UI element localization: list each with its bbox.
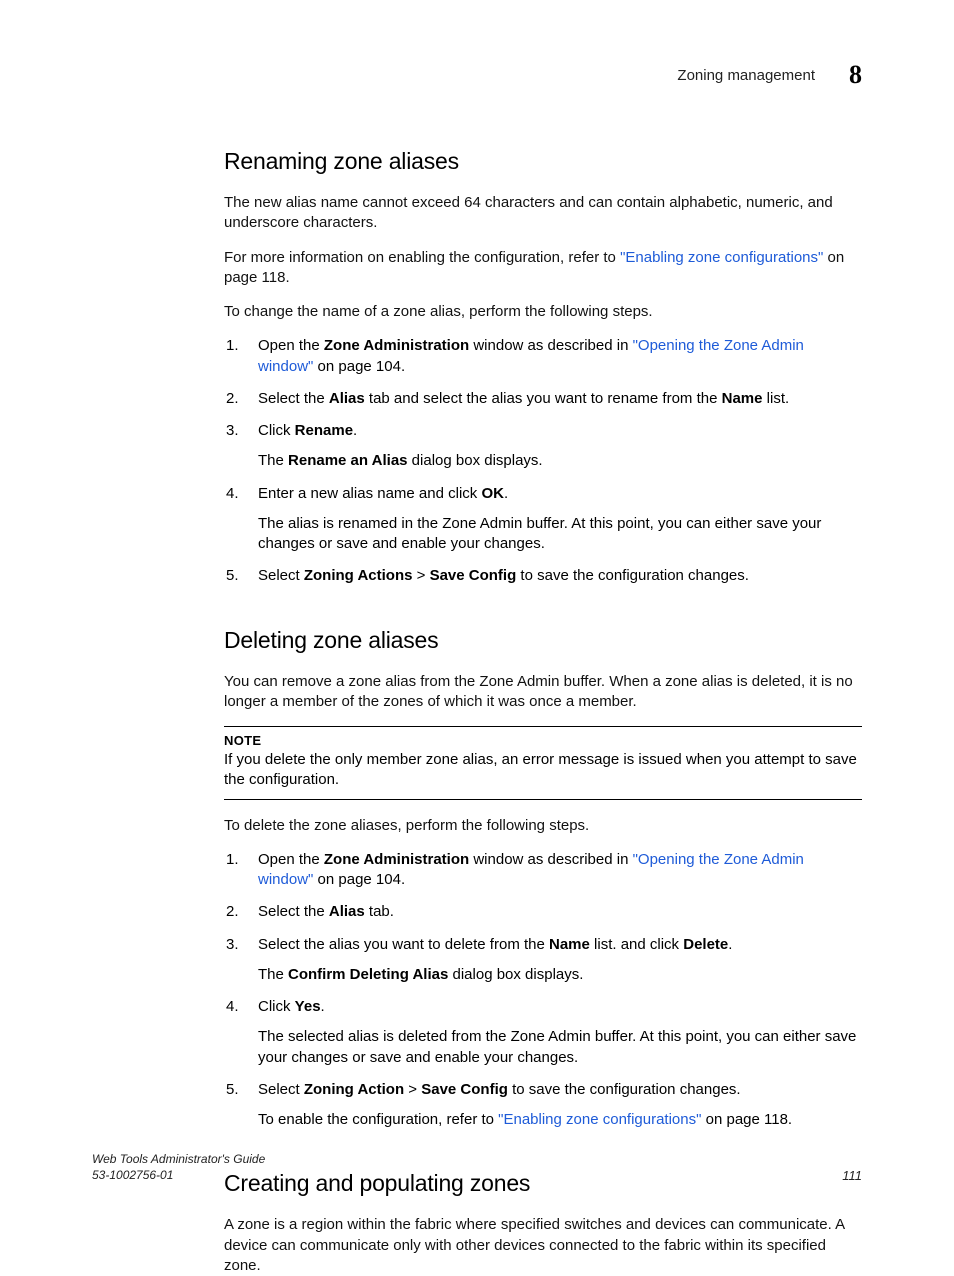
text: .: [321, 998, 325, 1015]
text: >: [412, 567, 429, 584]
text: Enter a new alias name and click: [258, 485, 481, 502]
text: Select the: [258, 903, 329, 920]
step: Open the Zone Administration window as d…: [224, 850, 862, 903]
ui-label: Alias: [329, 390, 365, 407]
section-renaming: Renaming zone aliases The new alias name…: [224, 148, 862, 599]
paragraph: To change the name of a zone alias, perf…: [224, 302, 862, 322]
running-head-text: Zoning management: [677, 67, 815, 84]
text: on page 118.: [701, 1111, 792, 1128]
link-enabling-zone-configurations[interactable]: "Enabling zone configurations": [620, 249, 823, 266]
ui-label: Zoning Actions: [304, 567, 413, 584]
ui-label: Zone Administration: [324, 851, 469, 868]
step: Select Zoning Action > Save Config to sa…: [224, 1080, 862, 1143]
steps-renaming: Open the Zone Administration window as d…: [224, 336, 862, 598]
text: For more information on enabling the con…: [224, 249, 620, 266]
heading-renaming: Renaming zone aliases: [224, 148, 862, 175]
link-enabling-zone-configurations[interactable]: "Enabling zone configurations": [498, 1111, 701, 1128]
footer-doc-title: Web Tools Administrator's Guide: [92, 1152, 265, 1166]
note-box: NOTE If you delete the only member zone …: [224, 726, 862, 800]
text: list. and click: [590, 936, 683, 953]
ui-label: Alias: [329, 903, 365, 920]
paragraph: For more information on enabling the con…: [224, 248, 862, 289]
page-footer: Web Tools Administrator's Guide 53-10027…: [92, 1151, 862, 1183]
text: Click: [258, 422, 295, 439]
text: Select the alias you want to delete from…: [258, 936, 549, 953]
text: The: [258, 966, 288, 983]
step: Click Yes. The selected alias is deleted…: [224, 997, 862, 1080]
ui-label: Confirm Deleting Alias: [288, 966, 448, 983]
ui-label: Zone Administration: [324, 337, 469, 354]
note-body: If you delete the only member zone alias…: [224, 751, 857, 788]
ui-label: Rename: [295, 422, 353, 439]
section-creating: Creating and populating zones A zone is …: [224, 1170, 862, 1276]
text: on page 104.: [313, 358, 405, 375]
text: on page 104.: [313, 871, 405, 888]
note-label: NOTE: [224, 733, 862, 748]
text: Open the: [258, 851, 324, 868]
text: >: [404, 1081, 421, 1098]
text: .: [728, 936, 732, 953]
text: window as described in: [469, 851, 632, 868]
step: Select the Alias tab and select the alia…: [224, 389, 862, 421]
text: Select the: [258, 390, 329, 407]
step: Open the Zone Administration window as d…: [224, 336, 862, 389]
steps-deleting: Open the Zone Administration window as d…: [224, 850, 862, 1143]
page-number: 111: [842, 1168, 862, 1183]
paragraph: The new alias name cannot exceed 64 char…: [224, 193, 862, 234]
ui-label: Name: [549, 936, 590, 953]
text: tab.: [365, 903, 394, 920]
running-head: Zoning management 8: [224, 60, 862, 90]
paragraph: A zone is a region within the fabric whe…: [224, 1215, 862, 1276]
text: Open the: [258, 337, 324, 354]
ui-label: Save Config: [421, 1081, 508, 1098]
text: The: [258, 452, 288, 469]
text: Click: [258, 998, 295, 1015]
step-sub: The selected alias is deleted from the Z…: [258, 1027, 862, 1068]
paragraph: You can remove a zone alias from the Zon…: [224, 672, 862, 713]
text: window as described in: [469, 337, 632, 354]
step-sub: The alias is renamed in the Zone Admin b…: [258, 514, 862, 555]
section-deleting: Deleting zone aliases You can remove a z…: [224, 627, 862, 1143]
ui-label: Rename an Alias: [288, 452, 408, 469]
text: tab and select the alias you want to ren…: [365, 390, 722, 407]
page: Zoning management 8 Renaming zone aliase…: [0, 0, 954, 1235]
text: Select: [258, 567, 304, 584]
text: to save the configuration changes.: [516, 567, 749, 584]
step: Enter a new alias name and click OK. The…: [224, 484, 862, 567]
text: .: [353, 422, 357, 439]
step-sub: To enable the configuration, refer to "E…: [258, 1110, 862, 1130]
step-sub: The Confirm Deleting Alias dialog box di…: [258, 965, 862, 985]
footer-doc-id: 53-1002756-01: [92, 1168, 173, 1182]
text: list.: [762, 390, 789, 407]
step: Select Zoning Actions > Save Config to s…: [224, 566, 862, 598]
step: Select the alias you want to delete from…: [224, 935, 862, 998]
heading-deleting: Deleting zone aliases: [224, 627, 862, 654]
ui-label: OK: [481, 485, 504, 502]
step-sub: The Rename an Alias dialog box displays.: [258, 451, 862, 471]
text: .: [504, 485, 508, 502]
step: Click Rename. The Rename an Alias dialog…: [224, 421, 862, 484]
chapter-number: 8: [849, 60, 862, 90]
text: dialog box displays.: [448, 966, 583, 983]
text: dialog box displays.: [408, 452, 543, 469]
ui-label: Save Config: [430, 567, 517, 584]
ui-label: Delete: [683, 936, 728, 953]
ui-label: Zoning Action: [304, 1081, 404, 1098]
paragraph: To delete the zone aliases, perform the …: [224, 816, 862, 836]
step: Select the Alias tab.: [224, 902, 862, 934]
text: Select: [258, 1081, 304, 1098]
footer-doc-info: Web Tools Administrator's Guide 53-10027…: [92, 1151, 265, 1183]
text: to save the configuration changes.: [508, 1081, 741, 1098]
ui-label: Yes: [295, 998, 321, 1015]
ui-label: Name: [722, 390, 763, 407]
text: To enable the configuration, refer to: [258, 1111, 498, 1128]
